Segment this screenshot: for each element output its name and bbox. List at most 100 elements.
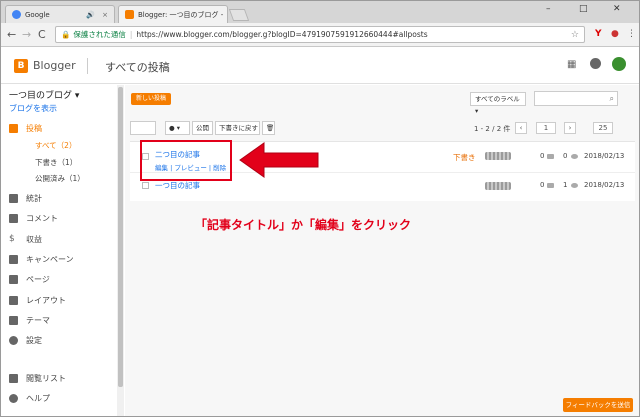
close-window-button[interactable]: ✕	[613, 4, 621, 14]
comment-icon	[9, 214, 18, 223]
page-title: すべての投稿	[105, 61, 170, 74]
sidebar-item-layout[interactable]: レイアウト	[9, 295, 66, 306]
sidebar-item-label: 閲覧リスト	[26, 374, 66, 383]
blogger-logo-icon[interactable]: B	[14, 59, 28, 73]
google-favicon-icon	[12, 10, 21, 19]
eye-icon	[571, 183, 578, 188]
sidebar-item-label: 設定	[26, 336, 42, 345]
page-select[interactable]: 1	[536, 122, 556, 134]
post-title-link[interactable]: 一つ目の記事	[155, 180, 200, 191]
reading-list-icon	[9, 374, 18, 383]
view-blog-link[interactable]: ブログを表示	[9, 103, 57, 114]
sidebar-sub-all[interactable]: すべて（2）	[35, 140, 76, 151]
view-count: 0	[563, 152, 568, 160]
sidebar-item-earnings[interactable]: $ 収益	[9, 234, 42, 245]
new-tab-button[interactable]	[228, 9, 250, 21]
layout-icon	[9, 296, 18, 305]
sidebar-item-label: 統計	[26, 194, 42, 203]
posts-icon	[9, 124, 18, 133]
publish-button[interactable]: 公開	[192, 121, 213, 135]
sidebar-scrollbar-thumb[interactable]	[118, 87, 123, 387]
sidebar-item-label: 投稿	[26, 124, 42, 133]
sidebar-item-label: 収益	[26, 235, 42, 244]
separator: |	[129, 30, 133, 39]
close-tab-icon[interactable]: ×	[227, 11, 228, 19]
address-bar[interactable]: 🔒 保護された通信 | https://www.blogger.com/blog…	[55, 26, 585, 43]
bookmark-star-icon[interactable]: ☆	[571, 30, 579, 40]
browser-tab-blogger[interactable]: Blogger: 一つ目のブログ - ×	[118, 5, 228, 23]
maximize-button[interactable]: □	[579, 4, 588, 14]
post-checkbox[interactable]	[142, 182, 149, 189]
search-icon[interactable]: ⌕	[610, 94, 614, 104]
feedback-button[interactable]: フィードバックを送信	[563, 398, 633, 412]
highlight-box	[140, 140, 232, 181]
theme-icon	[9, 316, 18, 325]
browser-toolbar: ← → C 🔒 保護された通信 | https://www.blogger.co…	[1, 23, 639, 47]
notifications-icon[interactable]	[590, 58, 601, 69]
labels-dropdown[interactable]: すべてのラベル ▾	[470, 92, 526, 115]
comment-icon	[547, 154, 554, 159]
sidebar-item-stats[interactable]: 統計	[9, 193, 42, 204]
campaign-icon	[9, 255, 18, 264]
posts-panel: 新しい投稿 すべてのラベル ▾ ⌕ ● ▾ 公開 下書きに戻す 🗑 1 - 2 …	[125, 85, 639, 416]
lock-icon: 🔒	[61, 30, 71, 39]
sidebar-item-settings[interactable]: 設定	[9, 335, 42, 346]
sidebar-sub-published[interactable]: 公開済み（1）	[35, 173, 85, 184]
speaker-icon: 🔊	[86, 10, 96, 19]
settings-icon	[9, 336, 18, 345]
sidebar-item-theme[interactable]: テーマ	[9, 315, 50, 326]
pagination-range: 1 - 2 / 2 件	[474, 125, 511, 133]
tag-icon: ●	[169, 124, 175, 132]
comment-count: 0	[540, 152, 545, 160]
sidebar-item-pages[interactable]: ページ	[9, 274, 50, 285]
tab-title: Google	[25, 10, 50, 19]
sidebar-item-label: ページ	[26, 275, 50, 284]
sidebar-item-comments[interactable]: コメント	[9, 213, 58, 224]
new-post-button[interactable]: 新しい投稿	[131, 93, 172, 105]
next-page-button[interactable]: ›	[564, 122, 576, 134]
stats-icon	[9, 194, 18, 203]
blogger-header: B Blogger すべての投稿 ▦	[1, 48, 639, 84]
red-arrow-icon	[239, 142, 319, 178]
author-name-blurred	[485, 182, 511, 190]
instruction-caption: 「記事タイトル」か「編集」をクリック	[195, 218, 412, 232]
reload-button[interactable]: C	[38, 28, 46, 41]
post-date: 2018/02/13	[584, 152, 625, 160]
revert-to-draft-button[interactable]: 下書きに戻す	[215, 121, 260, 135]
sidebar-item-posts[interactable]: 投稿	[9, 123, 42, 134]
browser-tab-google[interactable]: Google 🔊 ×	[5, 5, 115, 23]
prev-page-button[interactable]: ‹	[515, 122, 527, 134]
back-button[interactable]: ←	[7, 28, 16, 41]
author-name-blurred	[485, 152, 511, 160]
apps-grid-icon[interactable]: ▦	[567, 59, 576, 70]
sidebar-item-label: レイアウト	[26, 296, 66, 305]
post-date: 2018/02/13	[584, 181, 625, 189]
sidebar-sub-drafts[interactable]: 下書き（1）	[35, 157, 77, 168]
select-all-checkbox[interactable]	[130, 121, 156, 135]
view-count: 1	[563, 181, 568, 189]
sidebar-item-campaigns[interactable]: キャンペーン	[9, 254, 74, 265]
extension-icon[interactable]: ●	[611, 29, 619, 39]
blogger-favicon-icon	[125, 10, 134, 19]
search-input[interactable]: ⌕	[534, 91, 618, 106]
forward-button[interactable]: →	[22, 28, 31, 41]
sidebar-item-label: コメント	[26, 214, 58, 223]
pages-icon	[9, 275, 18, 284]
sidebar-item-help[interactable]: ヘルプ	[9, 393, 50, 404]
browser-tab-strip: Google 🔊 × Blogger: 一つ目のブログ - × – □ ✕	[1, 1, 639, 23]
tab-title: Blogger: 一つ目のブログ -	[138, 10, 224, 19]
brand-name[interactable]: Blogger	[33, 59, 76, 72]
close-tab-icon[interactable]: ×	[102, 11, 108, 19]
menu-icon[interactable]: ⋮	[627, 29, 636, 39]
per-page-select[interactable]: 25	[593, 122, 613, 134]
blog-name-dropdown[interactable]: 一つ目のブログ ▾	[9, 88, 79, 101]
sidebar-item-reading-list[interactable]: 閲覧リスト	[9, 373, 66, 384]
earnings-icon: $	[9, 234, 15, 244]
label-button[interactable]: ● ▾	[165, 121, 190, 135]
minimize-button[interactable]: –	[546, 4, 551, 14]
avatar[interactable]	[612, 57, 626, 71]
delete-trash-icon[interactable]: 🗑	[262, 121, 275, 135]
yahoo-extension-icon[interactable]: Y	[595, 29, 602, 39]
security-label: 保護された通信	[73, 30, 126, 39]
help-icon	[9, 394, 18, 403]
